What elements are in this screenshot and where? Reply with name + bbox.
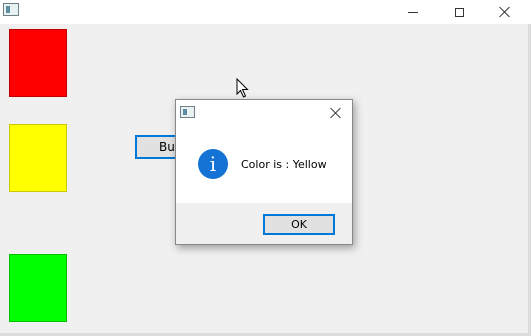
dialog-message: Color is : Yellow: [241, 158, 327, 171]
dialog-app-icon: [180, 106, 195, 118]
red-color-swatch[interactable]: [9, 29, 67, 97]
app-icon: [3, 3, 19, 16]
dialog-footer: OK: [176, 203, 352, 244]
mouse-cursor-icon: [236, 78, 249, 98]
minimize-button[interactable]: [390, 0, 436, 24]
info-icon-glyph: i: [209, 152, 217, 176]
main-titlebar[interactable]: [0, 0, 531, 24]
message-dialog: i Color is : Yellow OK: [175, 99, 353, 245]
info-icon: i: [198, 149, 228, 179]
ok-button[interactable]: OK: [263, 214, 335, 235]
close-icon: [499, 6, 511, 18]
close-button[interactable]: [482, 0, 528, 24]
maximize-button[interactable]: [436, 0, 482, 24]
minimize-icon: [408, 11, 418, 13]
green-color-swatch[interactable]: [9, 254, 67, 322]
maximize-icon: [454, 7, 464, 17]
dialog-close-button[interactable]: [326, 104, 346, 122]
yellow-color-swatch[interactable]: [9, 124, 67, 192]
close-icon: [330, 107, 342, 119]
